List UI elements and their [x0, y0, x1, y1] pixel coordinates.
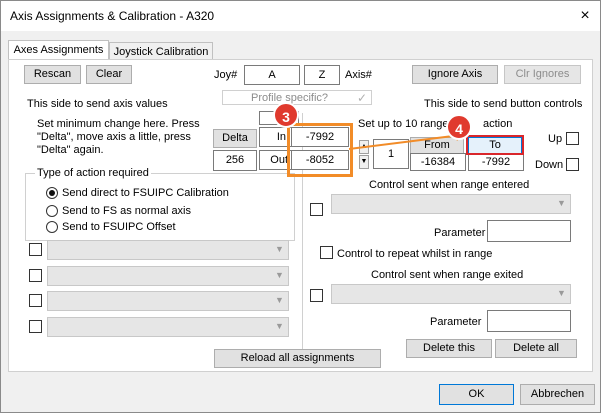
entered-control-combo[interactable]: ▼	[331, 194, 571, 214]
ignore-axis-button[interactable]: Ignore Axis	[412, 65, 498, 84]
control-entered-label: Control sent when range entered	[369, 179, 530, 191]
tab-joystick-calibration[interactable]: Joystick Calibration	[109, 42, 213, 60]
parameter-label: Parameter	[434, 227, 486, 239]
tab-axes-assignments[interactable]: Axes Assignments	[8, 40, 109, 60]
clear-button[interactable]: Clear	[86, 65, 132, 84]
tab-label: Axes Assignments	[13, 44, 104, 56]
annotation-badge-3: 3	[273, 102, 299, 128]
left-row-3-combo[interactable]: ▼	[47, 291, 289, 311]
instructions-line-2: "Delta", move axis a little, press	[37, 131, 191, 143]
title-bar: Axis Assignments & Calibration - A320 ×	[1, 1, 600, 31]
parameter-field[interactable]	[487, 220, 571, 242]
clr-ignores-button[interactable]: Clr Ignores	[504, 65, 581, 84]
range-down-arrow-icon[interactable]: ▼	[359, 155, 369, 169]
down-label: Down	[535, 159, 564, 171]
repeat-label: Control to repeat whilst in range	[337, 248, 493, 260]
chevron-down-icon: ▼	[275, 270, 284, 280]
checkmark-icon: ✓	[357, 91, 368, 105]
radio-fs-normal-axis-label: Send to FS as normal axis	[62, 205, 192, 217]
annotation-badge-4: 4	[446, 114, 472, 140]
control-exited-label: Control sent when range exited	[371, 269, 524, 281]
highlight-to-button	[466, 135, 524, 155]
reload-all-assignments-button[interactable]: Reload all assignments	[214, 349, 381, 368]
to-value-field[interactable]: -7992	[468, 153, 524, 171]
left-row-2-combo[interactable]: ▼	[47, 266, 289, 286]
left-row-3-checkbox[interactable]	[29, 294, 42, 307]
parameter2-label: Parameter	[430, 316, 482, 328]
delete-all-button[interactable]: Delete all	[495, 339, 577, 358]
left-row-1-combo[interactable]: ▼	[47, 240, 289, 260]
right-heading: This side to send button controls	[424, 98, 583, 110]
action-group-title: Type of action required	[35, 167, 151, 179]
rescan-button[interactable]: Rescan	[24, 65, 81, 84]
radio-fsuipc-calibration[interactable]	[46, 187, 58, 199]
instructions-line-1: Set minimum change here. Press	[37, 118, 200, 130]
delta-button[interactable]: Delta	[213, 129, 257, 148]
tab-label: Joystick Calibration	[113, 46, 209, 58]
joy-field[interactable]: A	[244, 65, 300, 85]
exited-checkbox[interactable]	[310, 289, 323, 302]
left-row-4-checkbox[interactable]	[29, 320, 42, 333]
dialog-window: Axis Assignments & Calibration - A320 × …	[0, 0, 601, 413]
chevron-down-icon: ▼	[557, 288, 566, 298]
left-row-1-checkbox[interactable]	[29, 243, 42, 256]
axis-label: Axis#	[345, 69, 372, 81]
parameter2-field[interactable]	[487, 310, 571, 332]
down-checkbox[interactable]	[566, 158, 579, 171]
exited-control-combo[interactable]: ▼	[331, 284, 571, 304]
up-checkbox[interactable]	[566, 132, 579, 145]
entered-checkbox[interactable]	[310, 203, 323, 216]
delete-this-button[interactable]: Delete this	[406, 339, 492, 358]
left-row-2-checkbox[interactable]	[29, 269, 42, 282]
radio-fsuipc-offset[interactable]	[46, 221, 58, 233]
repeat-checkbox[interactable]	[320, 246, 333, 259]
ok-button[interactable]: OK	[439, 384, 514, 405]
radio-fsuipc-calibration-label: Send direct to FSUIPC Calibration	[62, 187, 229, 199]
cancel-button[interactable]: Abbrechen	[520, 384, 595, 405]
delta-field[interactable]: 256	[213, 150, 257, 171]
up-label: Up	[548, 133, 563, 145]
profile-specific-box: Profile specific? ✓	[222, 90, 372, 105]
radio-fsuipc-offset-label: Send to FSUIPC Offset	[62, 221, 176, 233]
radio-fs-normal-axis[interactable]	[46, 205, 58, 217]
left-row-4-combo[interactable]: ▼	[47, 317, 289, 337]
chevron-down-icon: ▼	[275, 244, 284, 254]
window-title: Axis Assignments & Calibration - A320	[10, 9, 215, 23]
axis-field[interactable]: Z	[304, 65, 340, 85]
joy-label: Joy#	[214, 69, 238, 81]
chevron-down-icon: ▼	[275, 295, 284, 305]
instructions-line-3: "Delta" again.	[37, 144, 104, 156]
chevron-down-icon: ▼	[557, 198, 566, 208]
chevron-down-icon: ▼	[275, 321, 284, 331]
ranges-label-a: Set up to 10 range	[358, 118, 449, 130]
ranges-label-b: action	[483, 118, 513, 130]
close-icon[interactable]: ×	[575, 6, 595, 26]
from-value-field[interactable]: -16384	[410, 153, 466, 171]
left-heading: This side to send axis values	[27, 98, 168, 110]
